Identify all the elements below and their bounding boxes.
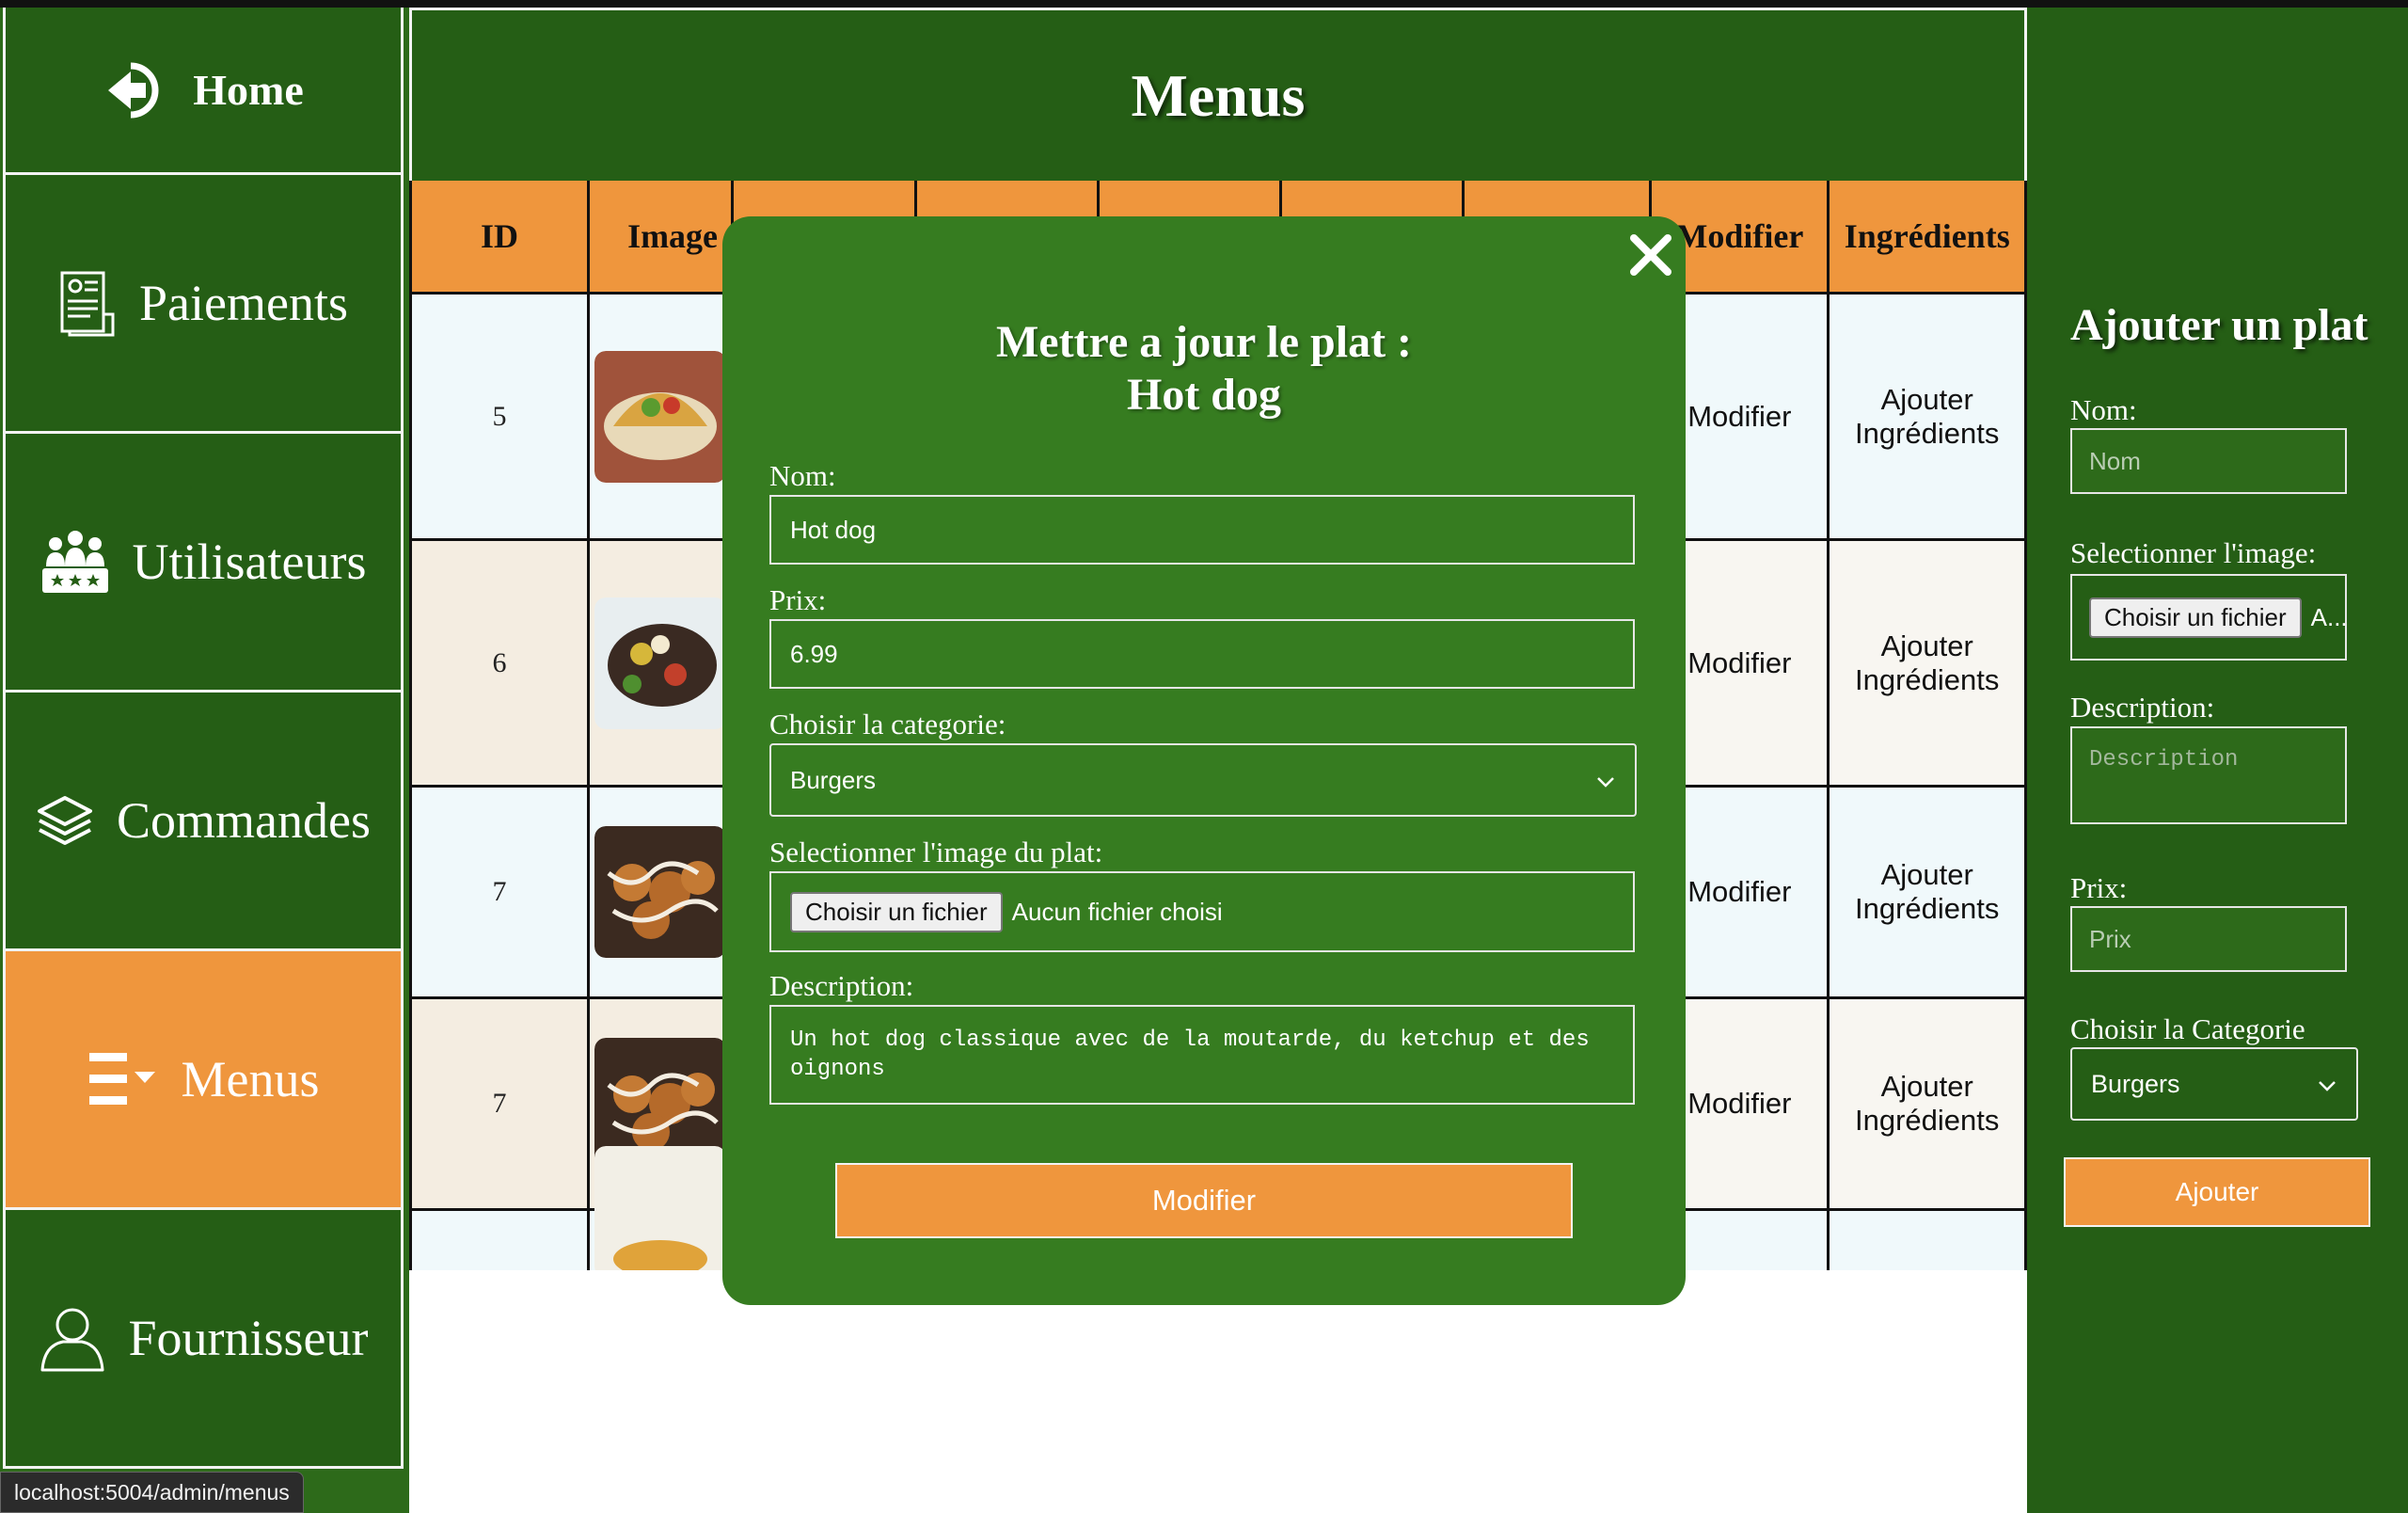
sidebar-item-commandes[interactable]: Commandes <box>3 693 404 951</box>
back-arrow-circle-icon <box>103 60 170 120</box>
cell-image <box>587 1146 735 1270</box>
sidebar-item-home[interactable]: Home <box>3 8 404 175</box>
modal-title: Mettre a jour le plat : Hot dog <box>722 316 1686 422</box>
sidebar-item-label: Utilisateurs <box>132 534 367 590</box>
dish-image-nachos <box>594 826 727 958</box>
file-status-text: A...i <box>2310 602 2347 631</box>
file-status-text: Aucun fichier choisi <box>1011 897 1223 926</box>
column-header-image: Image <box>587 181 733 294</box>
invoice-icon <box>58 269 117 337</box>
column-header-ingredients: Ingrédients <box>1827 181 2027 294</box>
sidebar-item-label: Home <box>193 66 304 114</box>
modify-button[interactable]: Modifier <box>835 1163 1573 1238</box>
description-label: Description: <box>769 969 914 1002</box>
dish-image-salad <box>594 597 727 729</box>
sidebar: Home Paiements Utilisateurs Commandes Me… <box>0 8 409 1513</box>
add-price-label: Prix: <box>2070 871 2128 904</box>
modal-title-line: Mettre a jour le plat : <box>995 317 1413 367</box>
user-outline-icon <box>39 1304 106 1372</box>
cell-id: 6 <box>409 538 591 788</box>
name-label: Nom: <box>769 459 836 492</box>
description-textarea[interactable]: Un hot dog classique avec de la moutarde… <box>769 1005 1635 1105</box>
image-label: Selectionner l'image du plat: <box>769 836 1103 868</box>
users-group-icon <box>40 529 110 595</box>
layers-icon <box>36 794 94 847</box>
add-category-select[interactable]: Burgers <box>2070 1047 2358 1121</box>
add-dish-title: Ajouter un plat <box>2070 300 2368 350</box>
page-title: Menus <box>1131 61 1306 129</box>
image-file-input[interactable]: Choisir un fichier Aucun fichier choisi <box>769 871 1635 952</box>
add-category-label: Choisir la Categorie <box>2070 1012 2305 1045</box>
add-ingredients-link[interactable] <box>1827 1208 2027 1270</box>
add-image-label: Selectionner l'image: <box>2070 536 2317 569</box>
add-ingredients-link[interactable]: Ajouter Ingrédients <box>1827 292 2027 541</box>
choose-file-button[interactable]: Choisir un fichier <box>2089 597 2302 638</box>
cell-image <box>587 538 735 788</box>
sidebar-item-fournisseur[interactable]: Fournisseur <box>3 1210 404 1469</box>
add-image-file-input[interactable]: Choisir un fichier A...i <box>2070 574 2347 661</box>
sidebar-item-label: Fournisseur <box>128 1310 369 1366</box>
add-name-input[interactable] <box>2070 428 2347 494</box>
dish-image-tacos <box>594 350 727 483</box>
sidebar-item-label: Commandes <box>117 792 371 849</box>
name-input[interactable] <box>769 495 1635 565</box>
update-dish-modal: Mettre a jour le plat : Hot dog Nom: Pri… <box>722 216 1686 1305</box>
page-header: Menus <box>409 8 2027 181</box>
add-description-label: Description: <box>2070 691 2215 724</box>
cell-id: 5 <box>409 292 591 541</box>
cell-image <box>587 785 735 999</box>
sidebar-item-paiements[interactable]: Paiements <box>3 175 404 434</box>
sidebar-item-label: Paiements <box>139 275 348 331</box>
cell-id <box>409 1208 591 1270</box>
category-select[interactable]: Burgers <box>769 743 1637 817</box>
browser-status-url: localhost:5004/admin/menus <box>0 1472 304 1513</box>
dish-image-partial <box>594 1146 727 1270</box>
menu-list-icon <box>87 1051 159 1107</box>
category-label: Choisir la categorie: <box>769 708 1006 741</box>
cell-id: 7 <box>409 785 591 999</box>
add-ingredients-link[interactable]: Ajouter Ingrédients <box>1827 785 2027 999</box>
cell-id: 7 <box>409 996 591 1211</box>
add-description-textarea[interactable] <box>2070 726 2347 824</box>
sidebar-item-utilisateurs[interactable]: Utilisateurs <box>3 434 404 693</box>
add-price-input[interactable] <box>2070 906 2347 972</box>
add-name-label: Nom: <box>2070 393 2137 426</box>
add-ingredients-link[interactable]: Ajouter Ingrédients <box>1827 538 2027 788</box>
select-value: Burgers <box>790 765 877 794</box>
add-dish-button[interactable]: Ajouter <box>2064 1157 2370 1227</box>
cell-image <box>587 292 735 541</box>
add-ingredients-link[interactable]: Ajouter Ingrédients <box>1827 996 2027 1211</box>
close-icon[interactable] <box>1625 230 1676 280</box>
add-dish-panel: Ajouter un plat Nom: Selectionner l'imag… <box>2027 8 2408 1513</box>
choose-file-button[interactable]: Choisir un fichier <box>790 891 1003 932</box>
select-value: Burgers <box>2091 1069 2180 1098</box>
sidebar-item-label: Menus <box>181 1051 320 1107</box>
price-label: Prix: <box>769 583 827 616</box>
sidebar-item-menus[interactable]: Menus <box>3 951 404 1210</box>
chevron-down-icon <box>2317 1070 2337 1099</box>
window-top-edge <box>0 0 2408 8</box>
chevron-down-icon <box>1595 766 1616 795</box>
column-header-id: ID <box>409 181 589 294</box>
modal-dish-name: Hot dog <box>1126 370 1281 420</box>
price-input[interactable] <box>769 619 1635 689</box>
